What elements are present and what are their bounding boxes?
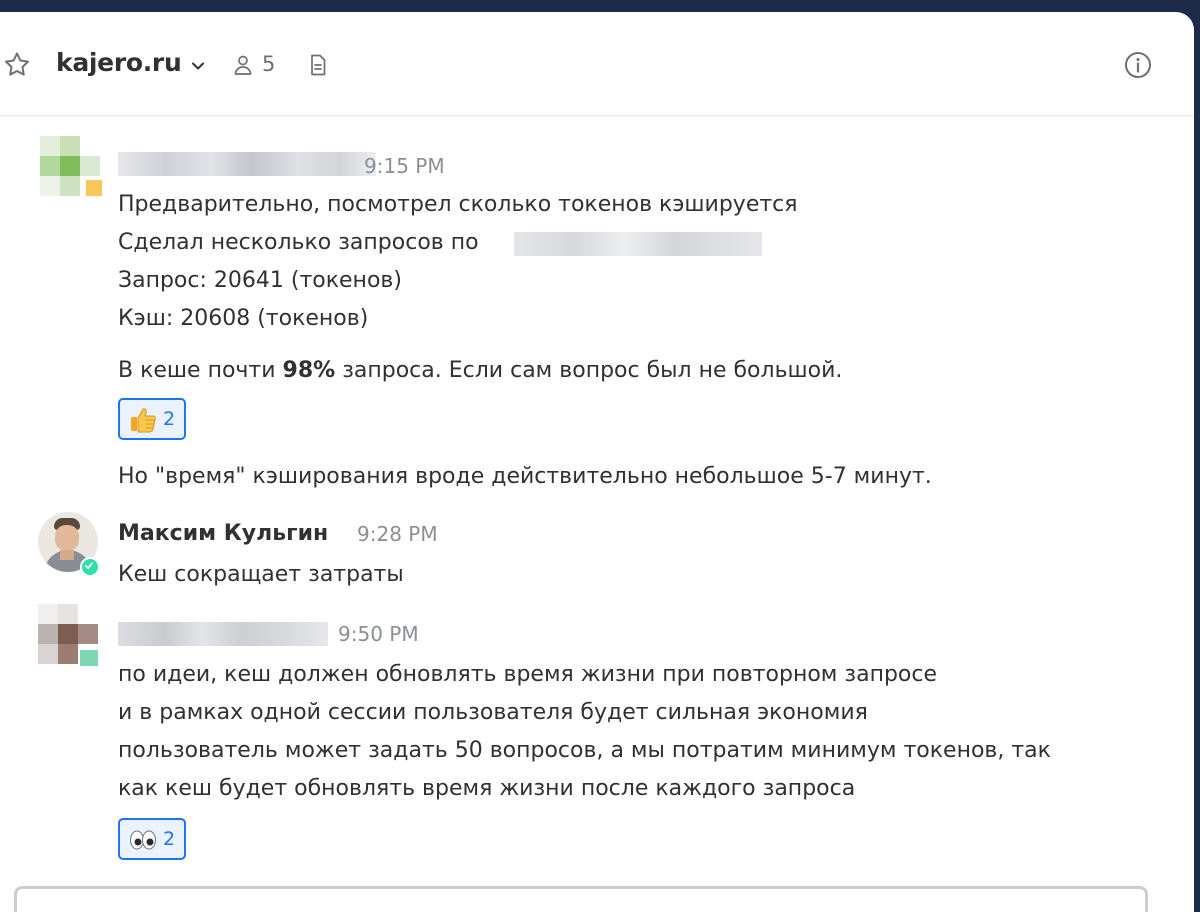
message-timestamp: 9:28 PM [357, 522, 438, 546]
message-text-part: запроса. Если сам вопрос был не большой. [335, 358, 843, 383]
message-text-part: В кеше почти [118, 358, 283, 383]
message-composer[interactable] [14, 886, 1148, 912]
author-name[interactable]: Максим Кульгин [118, 521, 328, 546]
channel-header: kajero.ru 5 [0, 12, 1194, 116]
status-online-dot [80, 557, 100, 577]
message-list: 9:15 PM Предварительно, посмотрел скольк… [0, 116, 1194, 906]
message-timestamp: 9:50 PM [338, 622, 419, 646]
message-timestamp: 9:15 PM [364, 154, 445, 178]
avatar[interactable] [40, 136, 102, 196]
message-text: Но "время" кэширования вроде действитель… [118, 464, 932, 489]
reaction-count: 2 [163, 828, 176, 850]
chevron-down-icon[interactable] [190, 58, 206, 74]
message-text: Запрос: 20641 (токенов) [118, 268, 402, 293]
message-text: Кеш сокращает затраты [118, 562, 404, 587]
message-bold-text: 98% [282, 358, 336, 383]
message-text: Сделал несколько запросов по [118, 230, 479, 255]
redacted-text [514, 232, 762, 256]
files-icon[interactable] [306, 53, 330, 77]
member-count[interactable]: 5 [262, 52, 275, 76]
message-text: по идеи, кеш должен обновлять время жизн… [118, 662, 938, 687]
members-icon[interactable] [232, 53, 256, 77]
author-name-redacted [118, 622, 328, 646]
message-text: и в рамках одной сессии пользователя буд… [118, 700, 868, 725]
message-text: Кэш: 20608 (токенов) [118, 306, 369, 331]
thumbs-up-icon [131, 408, 156, 433]
avatar[interactable] [38, 604, 98, 666]
info-icon[interactable] [1124, 51, 1152, 79]
channel-name[interactable]: kajero.ru [56, 48, 182, 77]
message-text: пользователь может задать 50 вопросов, а… [118, 738, 1051, 763]
message-text: В кеше почти 98% запроса. Если сам вопро… [118, 358, 842, 383]
reaction-count: 2 [163, 408, 176, 430]
reaction-thumbs-up[interactable]: 2 [118, 398, 186, 440]
author-name-redacted [118, 152, 376, 176]
reaction-eyes[interactable]: 2 [118, 818, 186, 860]
check-icon [84, 562, 93, 570]
star-icon[interactable] [2, 50, 32, 80]
eyes-icon [130, 830, 156, 850]
message-text: как кеш будет обновлять время жизни посл… [118, 776, 856, 801]
message-text: Предварительно, посмотрел сколько токено… [118, 192, 798, 217]
chat-window: kajero.ru 5 9:15 PM Предварительно, посм… [0, 12, 1194, 912]
